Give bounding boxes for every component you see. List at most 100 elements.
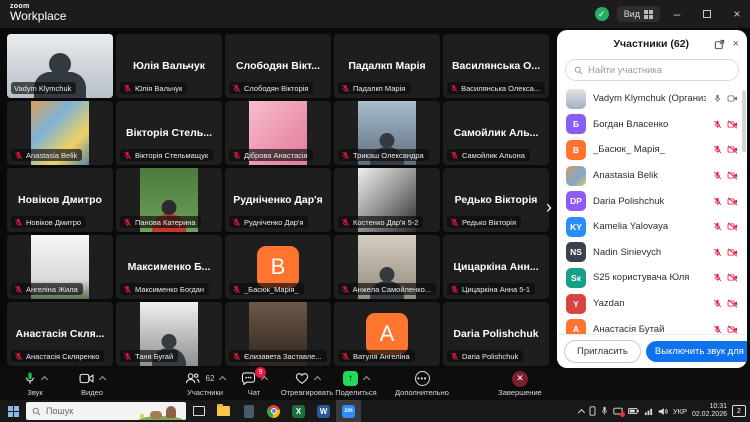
invite-button[interactable]: Пригласить — [564, 340, 641, 363]
participant-row[interactable]: KYKamelia Yalovaya — [557, 214, 747, 240]
video-tile[interactable]: Анжела Самойленко... — [334, 235, 440, 299]
video-tile[interactable]: AВатуля Ангеліна — [334, 302, 440, 366]
tile-name-label: Юлія Вальчук — [120, 82, 187, 94]
close-button[interactable]: × — [724, 0, 750, 28]
participant-row[interactable]: Vadym Klymchuk (Организатор, я) — [557, 86, 747, 112]
video-tile[interactable]: Ангеліна Жила — [7, 235, 113, 299]
participant-avatar: Sк — [566, 268, 586, 288]
participant-row[interactable]: AАнастасія Бутай — [557, 316, 747, 334]
titlebar: zoom Workplace ✓ Вид – × — [0, 0, 750, 28]
participants-options-chevron[interactable] — [219, 376, 226, 383]
video-tile[interactable]: Anastasia Belik — [7, 101, 113, 165]
video-tile[interactable]: B_Басюк_Марія_ — [225, 235, 331, 299]
zoom-workplace-logo: zoom Workplace — [10, 3, 66, 22]
chrome-icon — [267, 405, 280, 418]
tile-name-label: Daria Polishchuk — [447, 350, 523, 362]
video-tile[interactable]: Анастасія Скля...Анастасія Скляренко — [7, 302, 113, 366]
calculator-button[interactable] — [236, 400, 261, 422]
participants-button[interactable]: 62 Участники — [168, 370, 242, 397]
scrollbar-thumb[interactable] — [742, 90, 746, 152]
mute-all-button[interactable]: Выключить звук для всех — [646, 341, 747, 362]
participant-row[interactable]: B_Басюк_ Марія_ — [557, 137, 747, 163]
tray-expand-chevron[interactable] — [578, 408, 585, 415]
participant-row[interactable]: YYazdan — [557, 291, 747, 317]
task-view-button[interactable] — [186, 400, 211, 422]
screen-share-icon[interactable] — [613, 407, 623, 416]
end-meeting-button[interactable]: ✕ Завершение — [488, 370, 552, 397]
popout-icon[interactable] — [714, 39, 725, 50]
phone-link-icon[interactable] — [589, 406, 596, 416]
maximize-icon — [703, 10, 711, 18]
network-icon[interactable] — [644, 407, 653, 416]
security-shield-icon[interactable]: ✓ — [595, 7, 609, 21]
video-tile[interactable]: Рудніченко Дар'яРудніченко Дар'я — [225, 168, 331, 232]
video-tile[interactable]: Вікторія Стель...Вікторія Стельмащук — [116, 101, 222, 165]
minimize-button[interactable]: – — [664, 0, 690, 28]
tile-name-label: Костенко Дар'я 5-2 — [338, 216, 423, 228]
tile-name-label: Таня Бугай — [120, 350, 178, 362]
participant-name: Anastasia Belik — [593, 170, 706, 181]
language-indicator[interactable]: УКР — [673, 407, 687, 416]
notification-center-button[interactable]: 2 — [732, 405, 746, 417]
video-tile[interactable]: Daria PolishchukDaria Polishchuk — [443, 302, 549, 366]
start-button[interactable] — [0, 400, 26, 422]
panel-close-icon[interactable]: × — [733, 38, 739, 50]
share-button[interactable]: ↑ Поделиться — [326, 370, 386, 397]
taskbar-clock[interactable]: 10:31 02.02.2026 — [692, 403, 727, 419]
video-tile[interactable]: Трикаш Олександра — [334, 101, 440, 165]
camera-icon — [727, 94, 738, 103]
chat-button[interactable]: 9 Чат — [234, 370, 274, 397]
battery-icon[interactable] — [628, 407, 639, 415]
video-tile[interactable]: Максименко Б...Максименко Богдан — [116, 235, 222, 299]
video-tile[interactable]: Єлизавета Заставле... — [225, 302, 331, 366]
tile-name-label: Ватуля Ангеліна — [338, 350, 415, 362]
chat-options-chevron[interactable] — [261, 376, 268, 383]
video-tile[interactable]: Падалкп МаріяПадалкп Марія — [334, 34, 440, 98]
file-explorer-button[interactable] — [211, 400, 236, 422]
tray-microphone-icon[interactable] — [601, 406, 608, 416]
participant-row[interactable]: ББогдан Власенко — [557, 112, 747, 138]
video-tile[interactable]: Новіков ДмитроНовіков Дмитро — [7, 168, 113, 232]
video-tile[interactable]: Редько ВікторіяРедько Вікторія — [443, 168, 549, 232]
video-options-chevron[interactable] — [99, 376, 106, 383]
zoom-app-button[interactable]: zm — [336, 400, 361, 422]
participant-row[interactable]: DPDaria Polishchuk — [557, 188, 747, 214]
video-tile[interactable]: Костенко Дар'я 5-2 — [334, 168, 440, 232]
excel-button[interactable]: X — [286, 400, 311, 422]
video-grid: Vadym KlymchukЮлія ВальчукЮлія ВальчукСл… — [0, 28, 556, 366]
video-button[interactable]: Видео — [66, 370, 118, 397]
muted-mic-icon — [450, 151, 459, 160]
more-button[interactable]: ••• Дополнительно — [388, 370, 456, 397]
participant-search-input[interactable]: Найти участника — [565, 59, 739, 81]
video-tile[interactable]: Василянська О...Василянська Олекса... — [443, 34, 549, 98]
chrome-button[interactable] — [261, 400, 286, 422]
video-tile[interactable]: Самойлик Аль...Самойлик Альона — [443, 101, 549, 165]
participants-panel-footer: Пригласить Выключить звук для всех ··· — [557, 334, 747, 368]
volume-icon[interactable] — [658, 407, 668, 416]
audio-options-chevron[interactable] — [40, 376, 47, 383]
video-tile[interactable]: Таня Бугай — [116, 302, 222, 366]
participant-row[interactable]: Anastasia Belik — [557, 163, 747, 189]
video-tile[interactable]: Діброва Анастасія — [225, 101, 331, 165]
video-tile[interactable]: Юлія ВальчукЮлія Вальчук — [116, 34, 222, 98]
search-placeholder: Найти участника — [588, 65, 662, 76]
video-tile[interactable]: Слободян Вікт...Слободян Вікторія — [225, 34, 331, 98]
video-tile[interactable]: Цицаркіна Анн...Цицаркіна Анна 5-1 — [443, 235, 549, 299]
next-page-arrow[interactable]: › — [546, 198, 552, 216]
video-tile[interactable]: Панова Катерина — [116, 168, 222, 232]
camera-off-icon — [727, 248, 738, 257]
view-button[interactable]: Вид — [617, 6, 660, 22]
maximize-button[interactable] — [694, 0, 720, 28]
tile-display-name: Самойлик Аль... — [451, 127, 542, 139]
recording-dot — [620, 412, 625, 417]
share-options-chevron[interactable] — [363, 376, 370, 383]
react-options-chevron[interactable] — [313, 376, 320, 383]
video-tile[interactable]: Vadym Klymchuk — [7, 34, 113, 98]
audio-button[interactable]: Звук — [12, 370, 58, 397]
taskbar-search-input[interactable]: Пошук — [26, 402, 186, 420]
word-button[interactable]: W — [311, 400, 336, 422]
muted-mic-icon — [713, 145, 722, 154]
participant-row[interactable]: NSNadin Sinievych — [557, 240, 747, 266]
participant-avatar: DP — [566, 191, 586, 211]
participant-row[interactable]: SкS25 користувача Юля — [557, 265, 747, 291]
